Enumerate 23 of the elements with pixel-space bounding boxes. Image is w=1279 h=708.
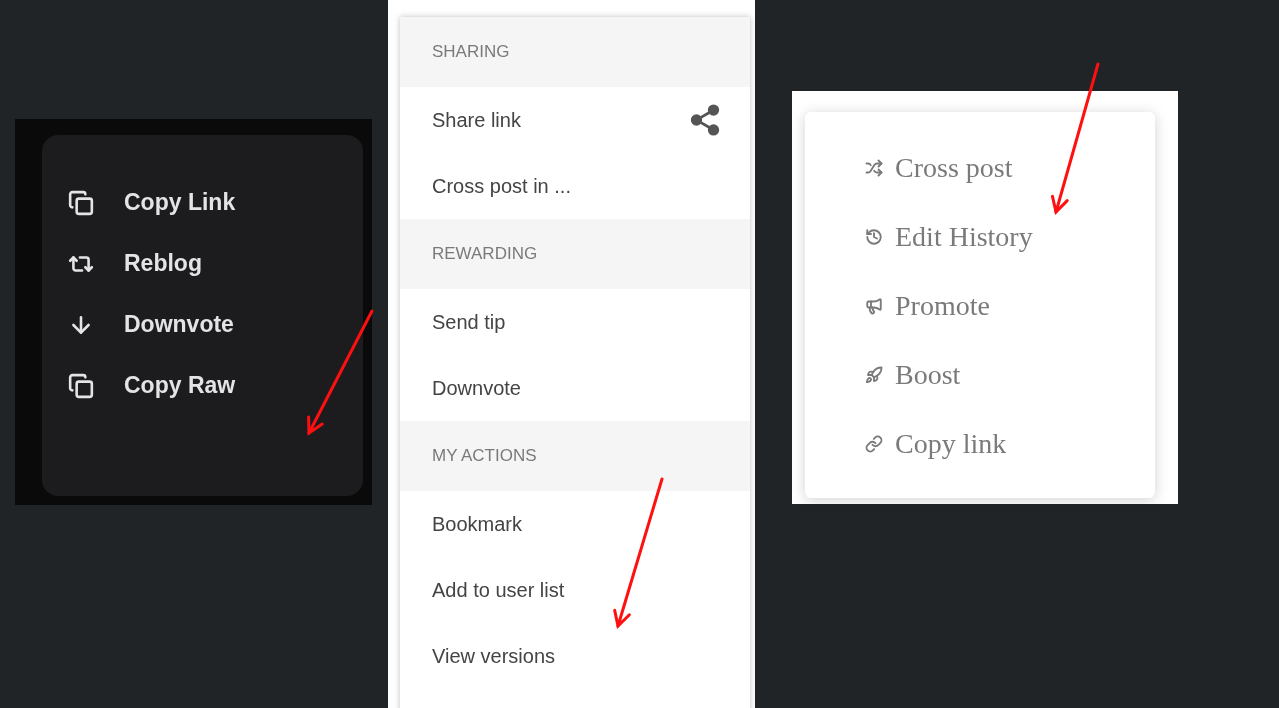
history-icon <box>865 227 883 246</box>
share-icon <box>688 103 722 137</box>
menu-item[interactable]: View versions <box>400 623 750 689</box>
menu-item[interactable]: Edit History <box>865 202 1155 271</box>
menu-item[interactable]: Boost <box>865 340 1155 409</box>
megaphone-icon <box>865 296 883 315</box>
menu-item[interactable]: Share link <box>400 87 750 153</box>
link-icon <box>865 434 883 453</box>
section-header: SHARING <box>400 17 750 87</box>
menu-item[interactable]: Copy link <box>865 409 1155 478</box>
copy-icon <box>68 372 94 399</box>
section-header: MY ACTIONS <box>400 421 750 491</box>
shuffle-icon <box>865 158 883 177</box>
rocket-icon <box>865 365 883 384</box>
menu-item[interactable]: Send tip <box>400 289 750 355</box>
menu-item[interactable]: Cross post in ... <box>400 153 750 219</box>
menu-item[interactable]: Promote <box>865 271 1155 340</box>
menu-item[interactable]: Downvote <box>400 355 750 421</box>
menu-item[interactable]: Bookmark <box>400 491 750 557</box>
menu-item[interactable]: Add to user list <box>400 557 750 623</box>
menu-item[interactable]: Cross post <box>865 133 1155 202</box>
section-header: REWARDING <box>400 219 750 289</box>
copy-icon <box>68 189 94 216</box>
